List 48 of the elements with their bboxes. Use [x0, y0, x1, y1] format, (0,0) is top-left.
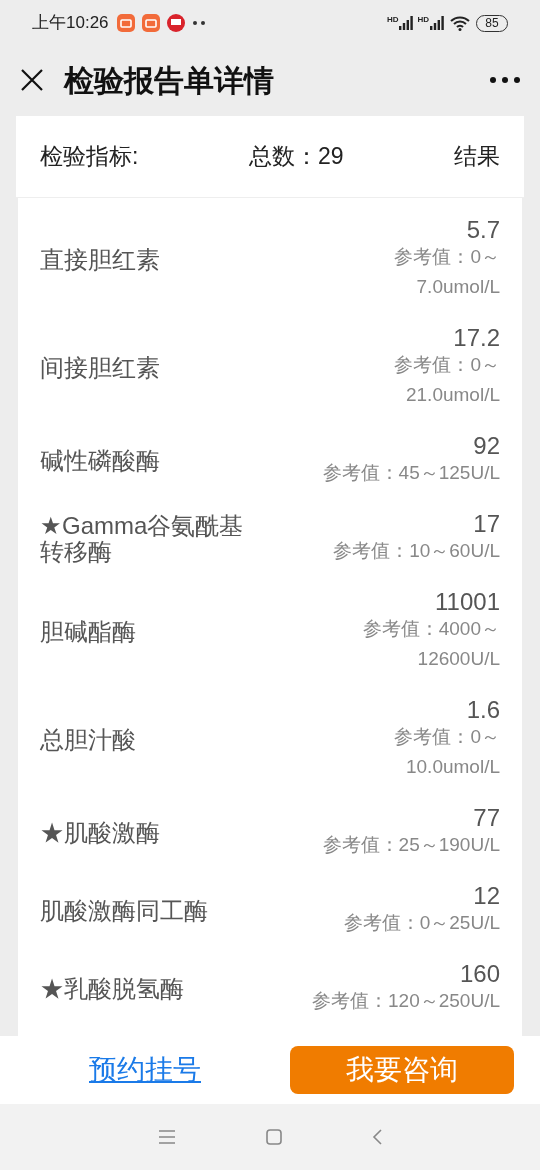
appointment-link[interactable]: 预约挂号 [0, 1049, 290, 1091]
menu-icon[interactable] [158, 1130, 176, 1144]
consult-button[interactable]: 我要咨询 [290, 1046, 514, 1094]
signal-icon [399, 16, 414, 30]
back-icon[interactable] [372, 1129, 382, 1145]
page-title: 检验报告单详情 [64, 62, 274, 99]
more-icon[interactable] [490, 77, 520, 83]
total-count: 总数：29 [248, 142, 344, 172]
test-name: 肌酸激酶同工酶 [40, 898, 208, 924]
result-value: 5.7 [466, 218, 500, 242]
signal-icon [430, 16, 444, 30]
reference-range: 参考值：25～190U/L [322, 833, 500, 857]
reference-range: 参考值：10～60U/L [333, 539, 500, 563]
wifi-icon [450, 15, 470, 31]
test-name: 直接胆红素 [40, 247, 160, 273]
reference-range: 参考值：45～125U/L [322, 461, 500, 485]
result-value: 17.2 [453, 326, 500, 350]
reference-range: 参考值：0～ 7.0umol/L [394, 245, 500, 299]
network-label: HD [386, 16, 399, 24]
network-label: HD [417, 16, 429, 24]
status-time: 上午10:26 [32, 12, 109, 35]
reference-range: 参考值：120～250U/L [312, 989, 500, 1013]
reference-range: 参考值：4000～ 12600U/L [362, 617, 500, 671]
result-value: 11001 [435, 590, 500, 614]
test-name: 总胆汁酸 [40, 727, 136, 753]
result-value: 17 [473, 512, 500, 536]
result-value: 77 [473, 806, 500, 830]
app-notification-icon [116, 14, 135, 32]
result-label: 结果 [454, 142, 500, 172]
app-notification-icon [141, 14, 160, 32]
test-name: 碱性磷酸酶 [40, 448, 160, 474]
result-value: 160 [459, 962, 500, 986]
reference-range: 参考值：0～25U/L [343, 911, 500, 935]
result-value: 12 [473, 884, 500, 908]
result-value: 1.6 [466, 698, 500, 722]
test-name: 间接胆红素 [40, 355, 160, 381]
app-notification-icon [166, 14, 185, 32]
reference-range: 参考值：0～ 21.0umol/L [394, 353, 500, 407]
test-name: 胆碱酯酶 [40, 619, 136, 645]
reference-range: 参考值：0～ 10.0umol/L [394, 725, 500, 779]
test-name: ★乳酸脱氢酶 [40, 976, 184, 1002]
test-name: ★Gamma谷氨酰基 转移酶 [40, 513, 244, 565]
indicator-label: 检验指标: [40, 142, 139, 172]
close-icon[interactable] [20, 68, 44, 92]
test-name: ★肌酸激酶 [40, 820, 160, 846]
result-value: 92 [473, 434, 500, 458]
more-notifications-icon [191, 20, 206, 26]
home-icon[interactable] [266, 1129, 282, 1145]
